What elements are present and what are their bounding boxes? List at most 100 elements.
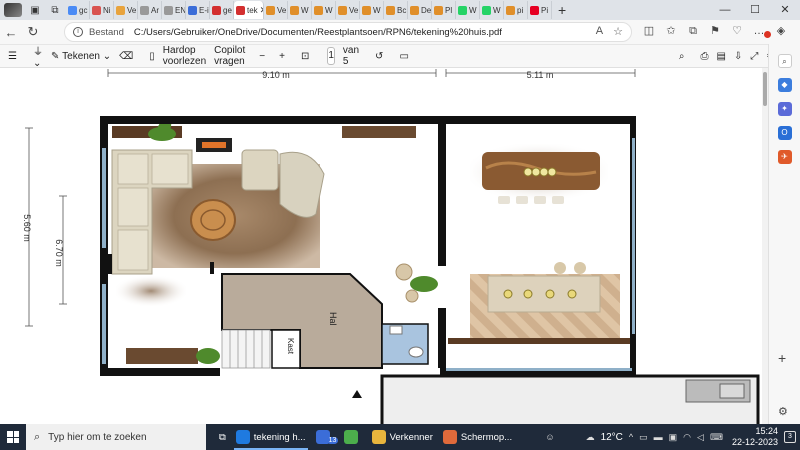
scrollbar-thumb[interactable] — [763, 72, 767, 106]
tab-favicon-icon — [482, 5, 491, 15]
page-view-icon[interactable]: ▭ — [399, 51, 408, 62]
address-input[interactable]: i Bestand C:/Users/Gebruiker/OneDrive/Do… — [64, 22, 632, 42]
hall-label: Hal — [328, 312, 338, 326]
tab-label: Ni — [103, 5, 111, 15]
profile-avatar[interactable] — [4, 3, 22, 17]
browser-tab[interactable]: W — [360, 1, 384, 19]
contents-icon[interactable]: ☰ — [8, 51, 17, 62]
copilot-icon[interactable]: ◈ — [772, 22, 790, 40]
save-as-icon[interactable]: ⇩ — [734, 51, 742, 62]
taskbar-app[interactable]: 13 — [311, 424, 339, 450]
fit-page-icon[interactable]: ⊡ — [301, 51, 309, 62]
extensions-icon[interactable]: ⚑ — [706, 22, 724, 40]
browser-tab[interactable]: W — [312, 1, 336, 19]
tools-icon[interactable]: ✦ — [777, 102, 792, 116]
outlook-icon[interactable]: O — [777, 126, 792, 140]
network-icon[interactable]: ▭ — [639, 432, 648, 443]
browser-tab[interactable]: Ar — [138, 1, 162, 19]
new-tab-button[interactable]: + — [558, 2, 566, 18]
wifi-icon[interactable]: ◠ — [683, 432, 691, 443]
close-window-icon[interactable]: ✕ — [770, 0, 800, 20]
tab-label: Ve — [277, 5, 287, 15]
browser-tab[interactable]: gc — [66, 1, 90, 19]
print-icon[interactable]: ⎙ — [701, 51, 709, 62]
draw-button[interactable]: ✎ Tekenen ⌄ — [51, 51, 111, 62]
zoom-in-button[interactable]: + — [279, 51, 285, 62]
site-info-icon[interactable]: i — [73, 27, 83, 37]
highlight-icon[interactable]: ⏚ ⌄ — [33, 43, 43, 69]
read-mode-icon[interactable]: A — [596, 25, 603, 38]
people-icon[interactable]: ☺ — [545, 432, 554, 442]
chevron-up-icon[interactable]: ^ — [629, 432, 633, 442]
browser-tab[interactable]: De — [408, 1, 432, 19]
tab-favicon-icon — [68, 5, 77, 15]
browser-essentials-icon[interactable]: ♡ — [728, 22, 746, 40]
camera-icon[interactable]: ▣ — [669, 432, 678, 443]
vertical-scrollbar[interactable] — [762, 68, 768, 424]
browser-tab[interactable]: Pi — [528, 1, 552, 19]
clock[interactable]: 15:24 22-12-2023 — [732, 426, 778, 448]
weather-temp[interactable]: 12°C — [601, 432, 623, 443]
browser-tab[interactable]: Pl — [432, 1, 456, 19]
tab-favicon-icon — [266, 5, 275, 15]
copilot-button[interactable]: Copilot vragen — [214, 45, 245, 67]
fullscreen-icon[interactable]: ⤢ — [750, 51, 758, 62]
search-icon[interactable]: ⌕ — [777, 54, 792, 68]
keyboard-icon[interactable]: ⌨ — [710, 432, 723, 443]
browser-tab[interactable]: tek✕ — [234, 1, 264, 19]
taskbar-app[interactable]: Schermop... — [438, 424, 517, 450]
add-sidebar-app-icon[interactable]: + — [778, 350, 786, 366]
app-icon — [442, 430, 457, 444]
drop-icon[interactable]: ✈ — [777, 150, 792, 164]
zoom-out-button[interactable]: − — [259, 51, 265, 62]
tab-label: Ve — [127, 5, 137, 15]
tab-actions-icon[interactable]: ⧉ — [48, 3, 62, 17]
minimize-icon[interactable]: — — [710, 0, 740, 20]
favorite-star-icon[interactable]: ☆ — [613, 25, 623, 38]
taskbar-search-input[interactable]: ⌕ Typ hier om te zoeken — [26, 424, 206, 450]
back-icon[interactable]: ← — [0, 25, 22, 40]
collections-icon[interactable]: ⧉ — [684, 22, 702, 40]
browser-tab[interactable]: Ve — [336, 1, 360, 19]
page-number-input[interactable]: 1 — [327, 47, 335, 65]
browser-tab[interactable]: Ve — [264, 1, 288, 19]
browser-tab[interactable]: Bc — [384, 1, 408, 19]
browser-tab[interactable]: Ni — [90, 1, 114, 19]
favorites-icon[interactable]: ✩ — [662, 22, 680, 40]
browser-tab[interactable]: EN — [162, 1, 186, 19]
start-button[interactable] — [0, 424, 26, 450]
notifications-icon[interactable]: 3 — [784, 431, 796, 443]
read-aloud-button[interactable]: Hardop voorlezen — [163, 45, 206, 67]
stairs — [221, 329, 271, 369]
browser-tab[interactable]: Ve — [114, 1, 138, 19]
text-icon[interactable]: ▯ — [149, 51, 155, 62]
workspaces-icon[interactable]: ▣ — [28, 3, 42, 17]
taskbar-app[interactable]: Verkenner — [367, 424, 438, 450]
browser-tab[interactable]: W — [480, 1, 504, 19]
shopping-icon[interactable]: ◆ — [777, 78, 792, 92]
url-text: C:/Users/Gebruiker/OneDrive/Documenten/R… — [133, 26, 502, 38]
rotate-icon[interactable]: ↺ — [375, 51, 383, 62]
weather-icon[interactable]: ☁ — [586, 432, 595, 443]
sidebar-settings-icon[interactable]: ⚙ — [778, 405, 788, 418]
task-view-icon[interactable]: ⧉ — [214, 424, 231, 450]
reload-icon[interactable]: ↻ — [22, 24, 44, 40]
browser-tab[interactable]: W — [456, 1, 480, 19]
taskbar-app[interactable] — [339, 424, 367, 450]
volume-icon[interactable]: ◁ — [697, 432, 704, 443]
search-icon: ⌕ — [34, 430, 41, 443]
maximize-icon[interactable]: ☐ — [740, 0, 770, 20]
clock-time: 15:24 — [755, 426, 778, 436]
browser-tab[interactable]: ge — [210, 1, 234, 19]
browser-tab[interactable]: pi — [504, 1, 528, 19]
eraser-icon[interactable]: ⌫ — [119, 51, 133, 62]
taskbar-app[interactable]: tekening h... — [231, 424, 311, 450]
browser-tab[interactable]: E-i — [186, 1, 210, 19]
search-icon[interactable]: ⌕ — [679, 51, 685, 62]
browser-tab[interactable]: W — [288, 1, 312, 19]
tab-label: Bc — [397, 5, 407, 15]
battery-icon[interactable]: ▬ — [654, 432, 663, 442]
save-icon[interactable]: ▤ — [717, 51, 726, 62]
dimension-top-right: 5.11 m — [527, 70, 554, 80]
split-screen-icon[interactable]: ◫ — [640, 22, 658, 40]
